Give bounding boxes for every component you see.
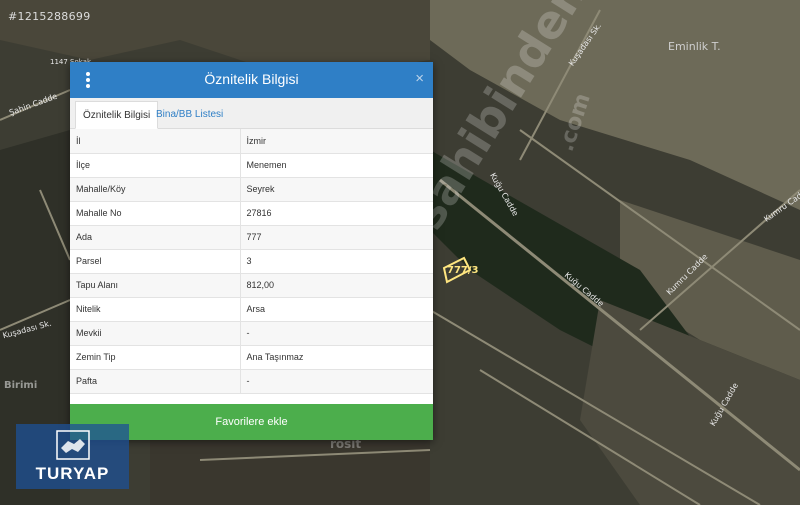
table-row: Mahalle/Köy Seyrek xyxy=(70,177,433,202)
table-row: Zemin Tip Ana Taşınmaz xyxy=(70,345,433,370)
tab-building-list[interactable]: Bina/BB Listesi xyxy=(149,101,230,129)
table-row: Nitelik Arsa xyxy=(70,297,433,322)
attribute-value: 27816 xyxy=(240,201,433,226)
attribute-value: 777 xyxy=(240,225,433,250)
close-icon[interactable]: × xyxy=(415,70,424,88)
attribute-key: Parsel xyxy=(70,249,241,274)
table-row: İl İzmir xyxy=(70,129,433,154)
attribute-value: 812,00 xyxy=(240,273,433,298)
attribute-key: İl xyxy=(70,129,241,154)
table-row: Ada 777 xyxy=(70,225,433,250)
attribute-key: Mevkii xyxy=(70,321,241,346)
attribute-table: İl İzmir İlçe Menemen Mahalle/Köy Seyrek Ma… xyxy=(70,129,433,394)
table-row: Tapu Alanı 812,00 xyxy=(70,273,433,298)
tab-attribute-info[interactable]: Öznitelik Bilgisi xyxy=(75,101,159,129)
attribute-value: İzmir xyxy=(240,129,433,154)
attribute-key: Mahalle/Köy xyxy=(70,177,241,202)
attribute-key: Zemin Tip xyxy=(70,345,241,370)
attribute-value: Ana Taşınmaz xyxy=(240,345,433,370)
attribute-key: Mahalle No xyxy=(70,201,241,226)
dialog-title: Öznitelik Bilgisi xyxy=(204,71,299,87)
map-label-eminlik: Eminlik T. xyxy=(668,40,721,53)
dialog-tabs: Öznitelik Bilgisi Bina/BB Listesi xyxy=(70,98,433,129)
table-row: Parsel 3 xyxy=(70,249,433,274)
attribute-key: Pafta xyxy=(70,369,241,394)
parcel-label: 777/3 xyxy=(447,265,479,276)
logo-text: TURYAP xyxy=(35,464,110,483)
attribute-info-dialog: Öznitelik Bilgisi × Öznitelik Bilgisi Bi… xyxy=(70,62,433,440)
handshake-icon xyxy=(56,430,90,460)
attribute-value: Menemen xyxy=(240,153,433,178)
attribute-value: Arsa xyxy=(240,297,433,322)
dialog-header: Öznitelik Bilgisi × xyxy=(70,62,433,98)
attribute-key: Ada xyxy=(70,225,241,250)
table-row: Mevkii - xyxy=(70,321,433,346)
attribute-value: 3 xyxy=(240,249,433,274)
table-row: Mahalle No 27816 xyxy=(70,201,433,226)
listing-id: #1215288699 xyxy=(8,10,91,23)
attribute-value: - xyxy=(240,369,433,394)
attribute-key: İlçe xyxy=(70,153,241,178)
table-row: Pafta - xyxy=(70,369,433,394)
table-row: İlçe Menemen xyxy=(70,153,433,178)
attribute-value: - xyxy=(240,321,433,346)
watermark-partial: Birimi xyxy=(4,380,38,391)
turyap-logo: TURYAP xyxy=(16,424,129,489)
attribute-key: Tapu Alanı xyxy=(70,273,241,298)
attribute-key: Nitelik xyxy=(70,297,241,322)
attribute-value: Seyrek xyxy=(240,177,433,202)
